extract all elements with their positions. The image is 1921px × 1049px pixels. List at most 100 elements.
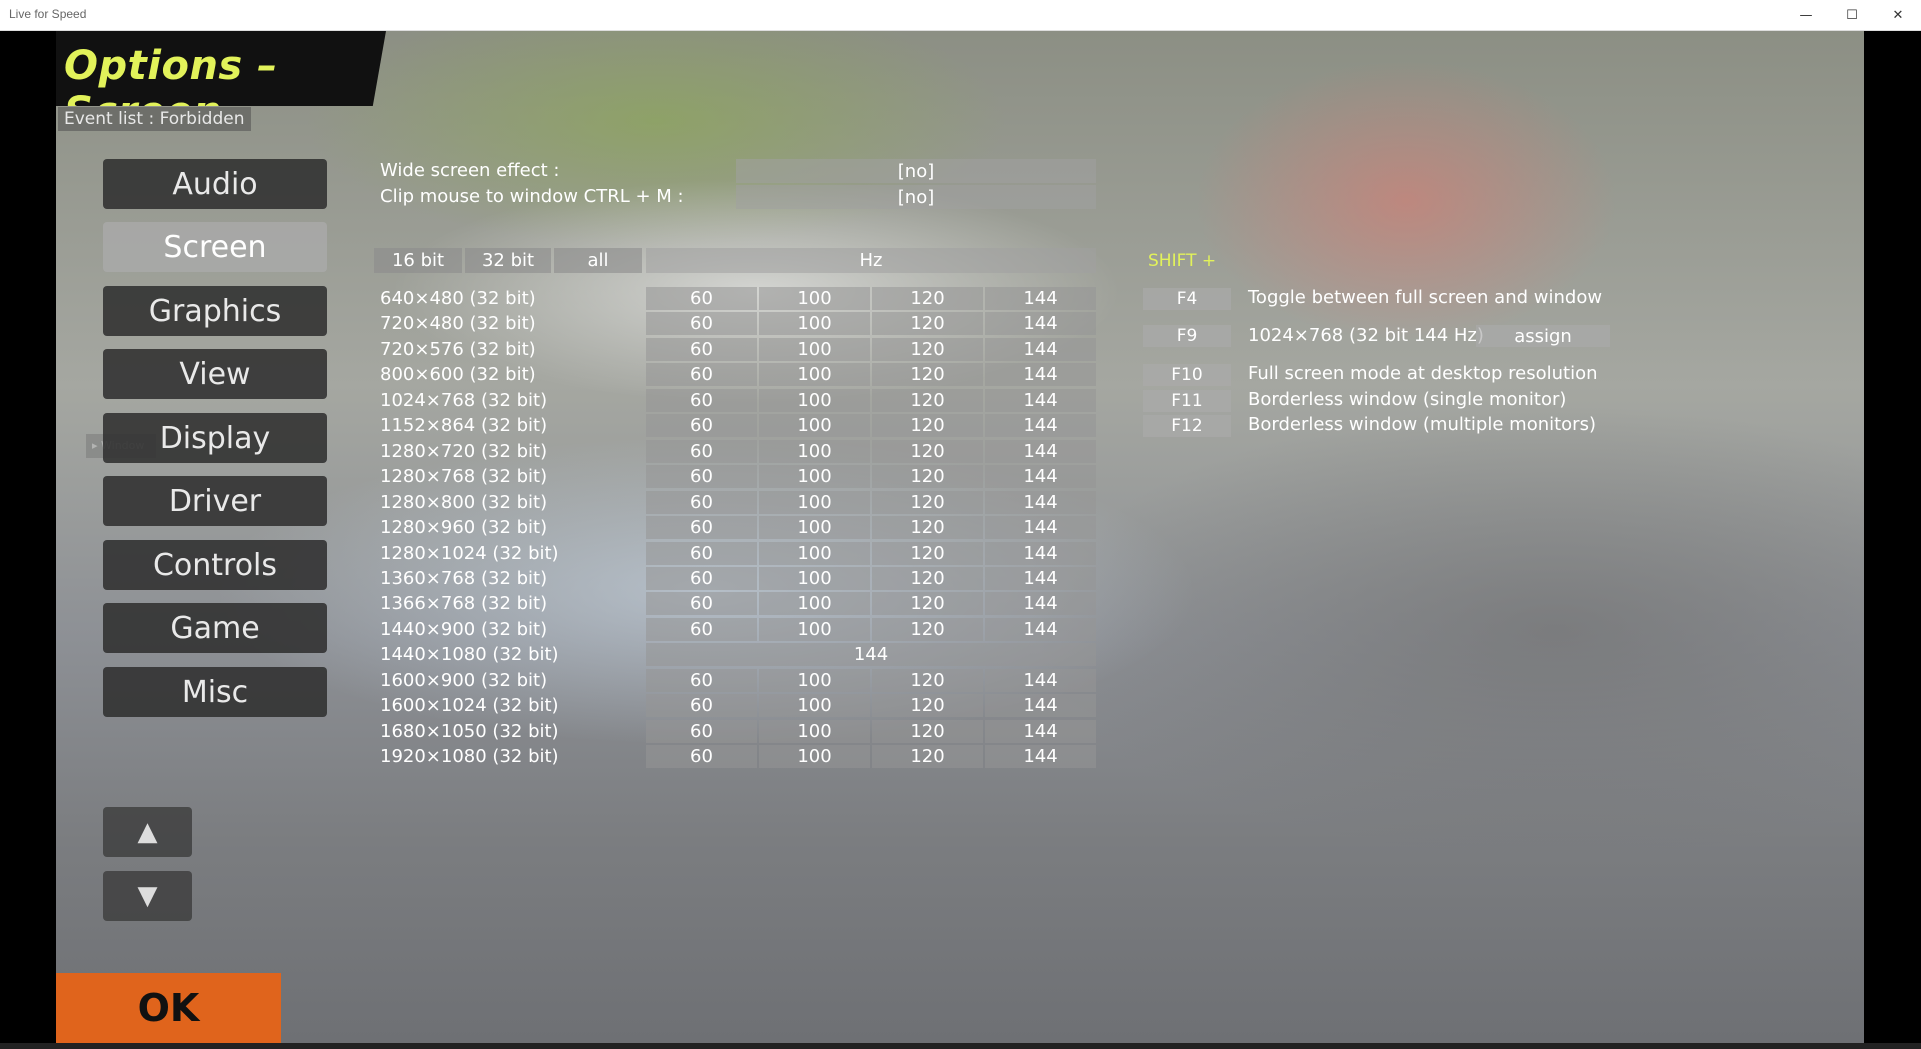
refresh-rate-option[interactable]: 100: [759, 491, 870, 514]
refresh-rate-option[interactable]: 60: [646, 592, 757, 615]
refresh-rate-option[interactable]: 60: [646, 745, 757, 768]
refresh-rate-option[interactable]: 144: [985, 465, 1096, 488]
refresh-rate-option[interactable]: 100: [759, 287, 870, 310]
refresh-rate-option[interactable]: 144: [985, 694, 1096, 717]
refresh-rate-option[interactable]: 60: [646, 516, 757, 539]
refresh-rate-option[interactable]: 144: [985, 440, 1096, 463]
refresh-rate-option[interactable]: 60: [646, 312, 757, 335]
key-f12-badge[interactable]: F12: [1143, 415, 1231, 437]
refresh-rate-option[interactable]: 120: [872, 669, 983, 692]
refresh-rate-option[interactable]: 120: [872, 745, 983, 768]
refresh-rate-option[interactable]: 120: [872, 414, 983, 437]
refresh-rate-option[interactable]: 100: [759, 720, 870, 743]
refresh-rate-option[interactable]: 60: [646, 618, 757, 641]
resolution-label: 1440×1080 (32 bit): [380, 644, 559, 665]
refresh-rate-option[interactable]: 144: [985, 312, 1096, 335]
refresh-rate-option[interactable]: 120: [872, 720, 983, 743]
refresh-rate-option[interactable]: 60: [646, 694, 757, 717]
clip-mouse-toggle[interactable]: [no]: [736, 185, 1096, 209]
refresh-rate-option[interactable]: 100: [759, 363, 870, 386]
scroll-down-button[interactable]: ▼: [103, 871, 192, 921]
key-f4-badge[interactable]: F4: [1143, 288, 1231, 310]
refresh-rate-option[interactable]: 144: [985, 720, 1096, 743]
resolution-row: 1440×1080 (32 bit) 144: [56, 642, 1116, 667]
scroll-up-button[interactable]: ▲: [103, 807, 192, 857]
refresh-rate-option[interactable]: 100: [759, 465, 870, 488]
refresh-rate-option[interactable]: 100: [759, 516, 870, 539]
refresh-rate-option[interactable]: 144: [985, 338, 1096, 361]
resolution-row: 1280×720 (32 bit) 60 100 120 144: [56, 439, 1116, 464]
refresh-rate-option[interactable]: 100: [759, 338, 870, 361]
refresh-rate-option[interactable]: 144: [985, 542, 1096, 565]
refresh-rate-option[interactable]: 60: [646, 363, 757, 386]
refresh-rate-option[interactable]: 60: [646, 465, 757, 488]
refresh-rate-option[interactable]: 144: [985, 389, 1096, 412]
refresh-rate-option[interactable]: 120: [872, 542, 983, 565]
refresh-rate-option[interactable]: 60: [646, 567, 757, 590]
wide-screen-toggle[interactable]: [no]: [736, 159, 1096, 183]
refresh-rate-option[interactable]: 120: [872, 618, 983, 641]
refresh-rate-option[interactable]: 144: [985, 414, 1096, 437]
refresh-rate-option[interactable]: 60: [646, 440, 757, 463]
refresh-rate-option[interactable]: 144: [985, 669, 1096, 692]
filter-32bit-button[interactable]: 32 bit: [465, 248, 551, 273]
filter-all-button[interactable]: all: [554, 248, 642, 273]
key-f11-badge[interactable]: F11: [1143, 390, 1231, 412]
refresh-rate-option[interactable]: 100: [759, 745, 870, 768]
key-f9-badge[interactable]: F9: [1143, 325, 1231, 347]
refresh-rate-option[interactable]: 120: [872, 440, 983, 463]
refresh-rate-option[interactable]: 100: [759, 592, 870, 615]
refresh-rate-option[interactable]: 144: [985, 516, 1096, 539]
refresh-rate-option[interactable]: 60: [646, 414, 757, 437]
refresh-rate-option[interactable]: 144: [985, 567, 1096, 590]
refresh-rate-option[interactable]: 144: [985, 592, 1096, 615]
refresh-rate-option[interactable]: 60: [646, 287, 757, 310]
refresh-rate-option[interactable]: 144: [985, 618, 1096, 641]
refresh-rate-option[interactable]: 144: [985, 745, 1096, 768]
filter-16bit-button[interactable]: 16 bit: [374, 248, 462, 273]
refresh-rate-option[interactable]: 100: [759, 542, 870, 565]
maximize-button[interactable]: ☐: [1829, 0, 1875, 31]
refresh-rate-option[interactable]: 120: [872, 465, 983, 488]
resolution-row: 1920×1080 (32 bit) 60 100 120 144: [56, 744, 1116, 769]
sidebar-item-audio[interactable]: Audio: [103, 159, 327, 209]
refresh-rate-option[interactable]: 100: [759, 389, 870, 412]
minimize-button[interactable]: —: [1783, 0, 1829, 31]
refresh-rate-option[interactable]: 120: [872, 312, 983, 335]
refresh-rate-option[interactable]: 60: [646, 542, 757, 565]
ok-button[interactable]: OK: [56, 973, 281, 1043]
refresh-rate-option[interactable]: 100: [759, 694, 870, 717]
refresh-rate-option[interactable]: 120: [872, 287, 983, 310]
refresh-rate-option[interactable]: 120: [872, 567, 983, 590]
refresh-rate-option[interactable]: 100: [759, 414, 870, 437]
sidebar-item-screen[interactable]: Screen: [103, 222, 327, 272]
refresh-rate-option[interactable]: 120: [872, 694, 983, 717]
refresh-rate-option[interactable]: 120: [872, 491, 983, 514]
refresh-rate-option[interactable]: 120: [872, 338, 983, 361]
refresh-rate-option[interactable]: 144: [646, 643, 1096, 666]
refresh-rate-option[interactable]: 100: [759, 440, 870, 463]
refresh-rate-option[interactable]: 100: [759, 312, 870, 335]
shift-label: SHIFT +: [1148, 251, 1217, 271]
refresh-rate-option[interactable]: 60: [646, 720, 757, 743]
refresh-rate-option[interactable]: 60: [646, 338, 757, 361]
refresh-rate-option[interactable]: 120: [872, 389, 983, 412]
refresh-rate-option[interactable]: 100: [759, 567, 870, 590]
resolution-row: 640×480 (32 bit) 60 100 120 144: [56, 286, 1116, 311]
refresh-rate-option[interactable]: 100: [759, 618, 870, 641]
refresh-rate-option[interactable]: 100: [759, 669, 870, 692]
close-button[interactable]: ✕: [1875, 0, 1921, 31]
refresh-rate-option[interactable]: 60: [646, 669, 757, 692]
refresh-rate-option[interactable]: 144: [985, 491, 1096, 514]
refresh-rate-option[interactable]: 144: [985, 363, 1096, 386]
refresh-rate-option[interactable]: 144: [985, 287, 1096, 310]
refresh-rate-option[interactable]: 120: [872, 592, 983, 615]
refresh-rate-option[interactable]: 120: [872, 516, 983, 539]
key-f10-badge[interactable]: F10: [1143, 364, 1231, 386]
assign-button[interactable]: assign: [1476, 325, 1610, 347]
refresh-rate-option[interactable]: 60: [646, 491, 757, 514]
resolution-label: 1366×768 (32 bit): [380, 593, 548, 614]
resolution-row: 720×480 (32 bit) 60 100 120 144: [56, 311, 1116, 336]
refresh-rate-option[interactable]: 60: [646, 389, 757, 412]
refresh-rate-option[interactable]: 120: [872, 363, 983, 386]
